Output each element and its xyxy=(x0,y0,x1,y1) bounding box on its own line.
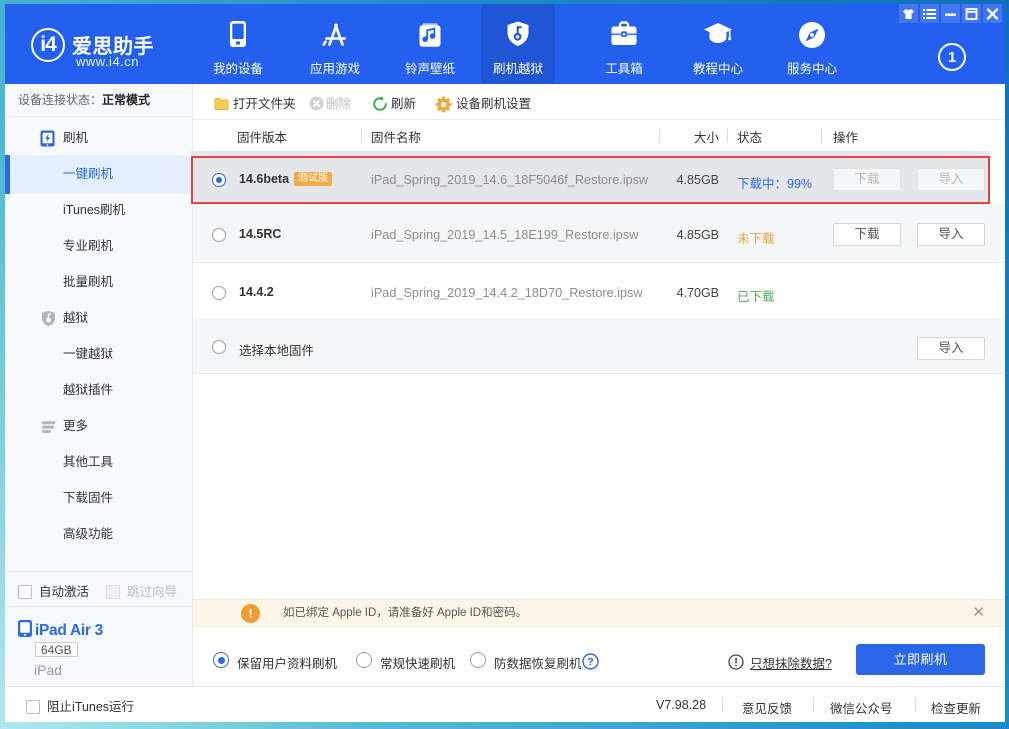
svg-text:?: ? xyxy=(587,656,593,668)
